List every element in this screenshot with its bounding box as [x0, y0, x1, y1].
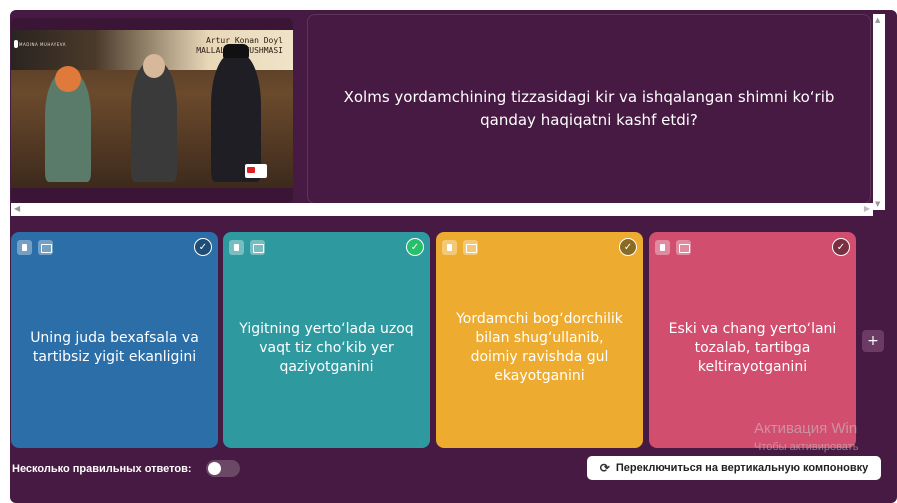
answer-text[interactable]: Yordamchi bog‘dorchilik bilan shug‘ullan…	[450, 262, 629, 434]
watermark-line-1: Активация Win	[754, 420, 858, 437]
add-answer-button[interactable]: +	[862, 330, 884, 352]
character-figure-middle	[131, 54, 177, 182]
check-icon[interactable]: ✓	[406, 238, 424, 256]
horizontal-scrollbar[interactable]: ◀ ▶	[11, 203, 873, 216]
watermark-line-2: Чтобы активировать	[754, 441, 859, 453]
narrator-name: MADINA MUHAYEVA	[19, 42, 66, 47]
switch-layout-button[interactable]: ⟳ Переключиться на вертикальную компонов…	[587, 456, 881, 480]
check-icon[interactable]: ✓	[194, 238, 212, 256]
scroll-up-icon[interactable]: ▲	[875, 16, 880, 24]
character-figure-top-hat	[211, 44, 261, 182]
answer-card-4[interactable]: ✓ Eski va chang yerto‘lani tozalab, tart…	[649, 232, 856, 448]
refresh-icon: ⟳	[599, 461, 610, 475]
multiple-correct-label: Несколько правильных ответов:	[12, 463, 192, 475]
answer-text[interactable]: Eski va chang yerto‘lani tozalab, tartib…	[663, 262, 842, 434]
scroll-down-icon[interactable]: ▼	[875, 200, 880, 208]
check-icon[interactable]: ✓	[619, 238, 637, 256]
check-icon[interactable]: ✓	[832, 238, 850, 256]
vertical-scrollbar[interactable]: ▲ ▼	[873, 14, 885, 210]
multiple-correct-toggle[interactable]	[206, 460, 240, 477]
trash-icon[interactable]	[17, 240, 32, 255]
image-icon[interactable]	[250, 240, 265, 255]
image-icon[interactable]	[38, 240, 53, 255]
question-text: Xolms yordamchining tizzasidagi kir va i…	[343, 88, 835, 129]
answer-text[interactable]: Yigitning yerto‘lada uzoq vaqt tiz cho‘k…	[237, 262, 416, 434]
book-cover-image: MADINA MUHAYEVA Artur Konan Doyl MALLALA…	[11, 30, 293, 188]
answer-card-1[interactable]: ✓ Uning juda bexafsala va tartibsiz yigi…	[11, 232, 218, 448]
scroll-right-icon[interactable]: ▶	[864, 204, 870, 213]
subscribe-icon	[245, 164, 267, 178]
microphone-icon	[14, 40, 18, 48]
character-figure-red-hair	[45, 66, 91, 182]
switch-layout-label: Переключиться на вертикальную компоновку	[615, 462, 869, 474]
image-icon[interactable]	[463, 240, 478, 255]
answer-options: ✓ Uning juda bexafsala va tartibsiz yigi…	[11, 232, 861, 448]
question-media[interactable]: MADINA MUHAYEVA Artur Konan Doyl MALLALA…	[11, 18, 293, 203]
trash-icon[interactable]	[655, 240, 670, 255]
answer-card-3[interactable]: ✓ Yordamchi bog‘dorchilik bilan shug‘ull…	[436, 232, 643, 448]
scroll-left-icon[interactable]: ◀	[14, 204, 20, 213]
trash-icon[interactable]	[229, 240, 244, 255]
image-icon[interactable]	[676, 240, 691, 255]
windows-activation-watermark: Активация Win Чтобы активировать	[754, 420, 858, 453]
trash-icon[interactable]	[442, 240, 457, 255]
question-text-field[interactable]: Xolms yordamchining tizzasidagi kir va i…	[307, 14, 871, 204]
answer-text[interactable]: Uning juda bexafsala va tartibsiz yigit …	[25, 262, 204, 434]
answer-card-2[interactable]: ✓ Yigitning yerto‘lada uzoq vaqt tiz cho…	[223, 232, 430, 448]
